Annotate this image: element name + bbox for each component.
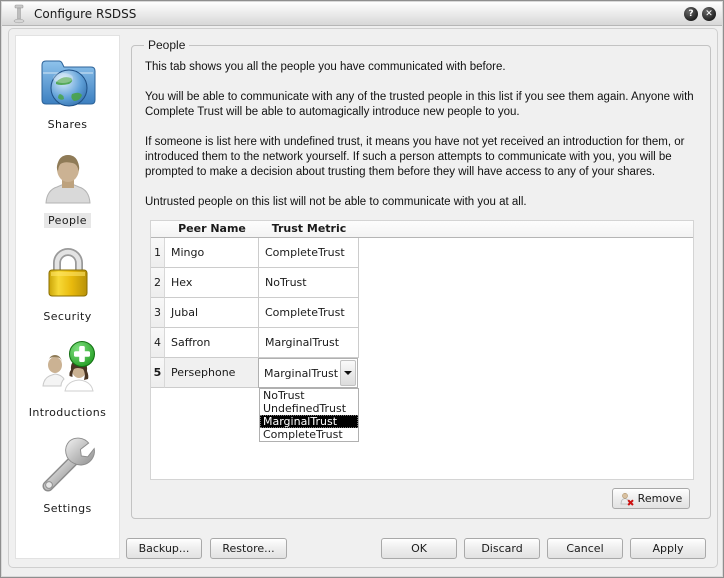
sidebar-item-label: Settings (39, 501, 95, 516)
peer-name-cell[interactable]: Persephone (165, 358, 259, 388)
cancel-button-label: Cancel (566, 542, 603, 555)
ok-button[interactable]: OK (381, 538, 457, 559)
paragraph: Untrusted people on this list will not b… (145, 195, 701, 210)
table-header-row: Peer Name Trust Metric (151, 221, 693, 238)
help-button[interactable]: ? (684, 7, 698, 21)
row-number: 3 (151, 298, 165, 328)
remove-person-icon (620, 492, 634, 506)
trust-metric-cell[interactable]: CompleteTrust (259, 298, 359, 328)
sidebar-item-settings[interactable]: Settings (16, 434, 119, 530)
paragraph: This tab shows you all the people you ha… (145, 60, 701, 75)
trust-metric-cell[interactable]: MarginalTrust (259, 328, 359, 358)
row-number: 2 (151, 268, 165, 298)
restore-button[interactable]: Restore... (210, 538, 287, 559)
sidebar-item-shares[interactable]: Shares (16, 50, 119, 146)
chevron-down-icon (344, 371, 352, 375)
sidebar-item-label: Shares (44, 117, 92, 132)
sidebar-item-label: Security (39, 309, 95, 324)
remove-button[interactable]: Remove (612, 488, 690, 509)
sidebar-item-label: People (44, 213, 91, 228)
people-plus-icon (36, 338, 100, 402)
trust-metric-header[interactable]: Trust Metric (259, 221, 359, 237)
peer-name-header[interactable]: Peer Name (165, 221, 259, 237)
backup-button[interactable]: Backup... (126, 538, 202, 559)
remove-button-label: Remove (638, 492, 683, 505)
peer-name-cell[interactable]: Saffron (165, 328, 259, 358)
table-row[interactable]: 2 Hex NoTrust (151, 268, 693, 298)
dropdown-option[interactable]: UndefinedTrust (260, 402, 358, 415)
configure-rsdss-window: Configure RSDSS ? ✕ (0, 0, 724, 578)
window-title: Configure RSDSS (34, 7, 136, 21)
close-button[interactable]: ✕ (702, 7, 716, 21)
app-icon (10, 4, 28, 24)
row-number: 1 (151, 238, 165, 268)
row-number: 4 (151, 328, 165, 358)
row-number: 5 (151, 358, 165, 388)
table-row[interactable]: 4 Saffron MarginalTrust (151, 328, 693, 358)
wrench-icon (36, 434, 100, 498)
groupbox-title: People (144, 38, 189, 52)
discard-button[interactable]: Discard (464, 538, 540, 559)
paragraph: You will be able to communicate with any… (145, 90, 701, 120)
shares-folder-globe-icon (36, 50, 100, 114)
ok-button-label: OK (411, 542, 427, 555)
peer-name-cell[interactable]: Jubal (165, 298, 259, 328)
sidebar-item-security[interactable]: Security (16, 242, 119, 338)
table-row[interactable]: 3 Jubal CompleteTrust (151, 298, 693, 328)
trust-metric-combobox[interactable]: MarginalTrust (258, 358, 358, 388)
cancel-button[interactable]: Cancel (547, 538, 623, 559)
title-bar: Configure RSDSS ? ✕ (2, 2, 722, 26)
people-groupbox: People This tab shows you all the people… (131, 45, 711, 519)
restore-button-label: Restore... (222, 542, 274, 555)
peer-name-cell[interactable]: Mingo (165, 238, 259, 268)
row-number-header (151, 221, 165, 237)
peer-table: Peer Name Trust Metric 1 Mingo CompleteT… (150, 220, 694, 480)
dropdown-option[interactable]: NoTrust (260, 389, 358, 402)
padlock-icon (36, 242, 100, 306)
description-text: This tab shows you all the people you ha… (145, 60, 701, 225)
person-icon (36, 146, 100, 210)
sidebar-item-introductions[interactable]: Introductions (16, 338, 119, 434)
trust-metric-dropdown-list: NoTrust UndefinedTrust MarginalTrust Com… (259, 388, 359, 442)
paragraph: If someone is list here with undefined t… (145, 135, 701, 180)
dropdown-option-highlighted[interactable]: MarginalTrust (260, 415, 358, 428)
backup-button-label: Backup... (139, 542, 190, 555)
trust-metric-cell[interactable]: NoTrust (259, 268, 359, 298)
peer-name-cell[interactable]: Hex (165, 268, 259, 298)
discard-button-label: Discard (481, 542, 522, 555)
apply-button-label: Apply (652, 542, 683, 555)
sidebar-item-people[interactable]: People (16, 146, 119, 242)
sidebar: Shares People (15, 35, 120, 559)
table-row-selected[interactable]: 5 Persephone MarginalTrust (151, 358, 693, 388)
trust-metric-cell[interactable]: CompleteTrust (259, 238, 359, 268)
table-row[interactable]: 1 Mingo CompleteTrust (151, 238, 693, 268)
apply-button[interactable]: Apply (630, 538, 706, 559)
combobox-dropdown-button[interactable] (340, 360, 356, 386)
dropdown-option[interactable]: CompleteTrust (260, 428, 358, 441)
sidebar-item-label: Introductions (25, 405, 111, 420)
combobox-value: MarginalTrust (259, 367, 340, 380)
